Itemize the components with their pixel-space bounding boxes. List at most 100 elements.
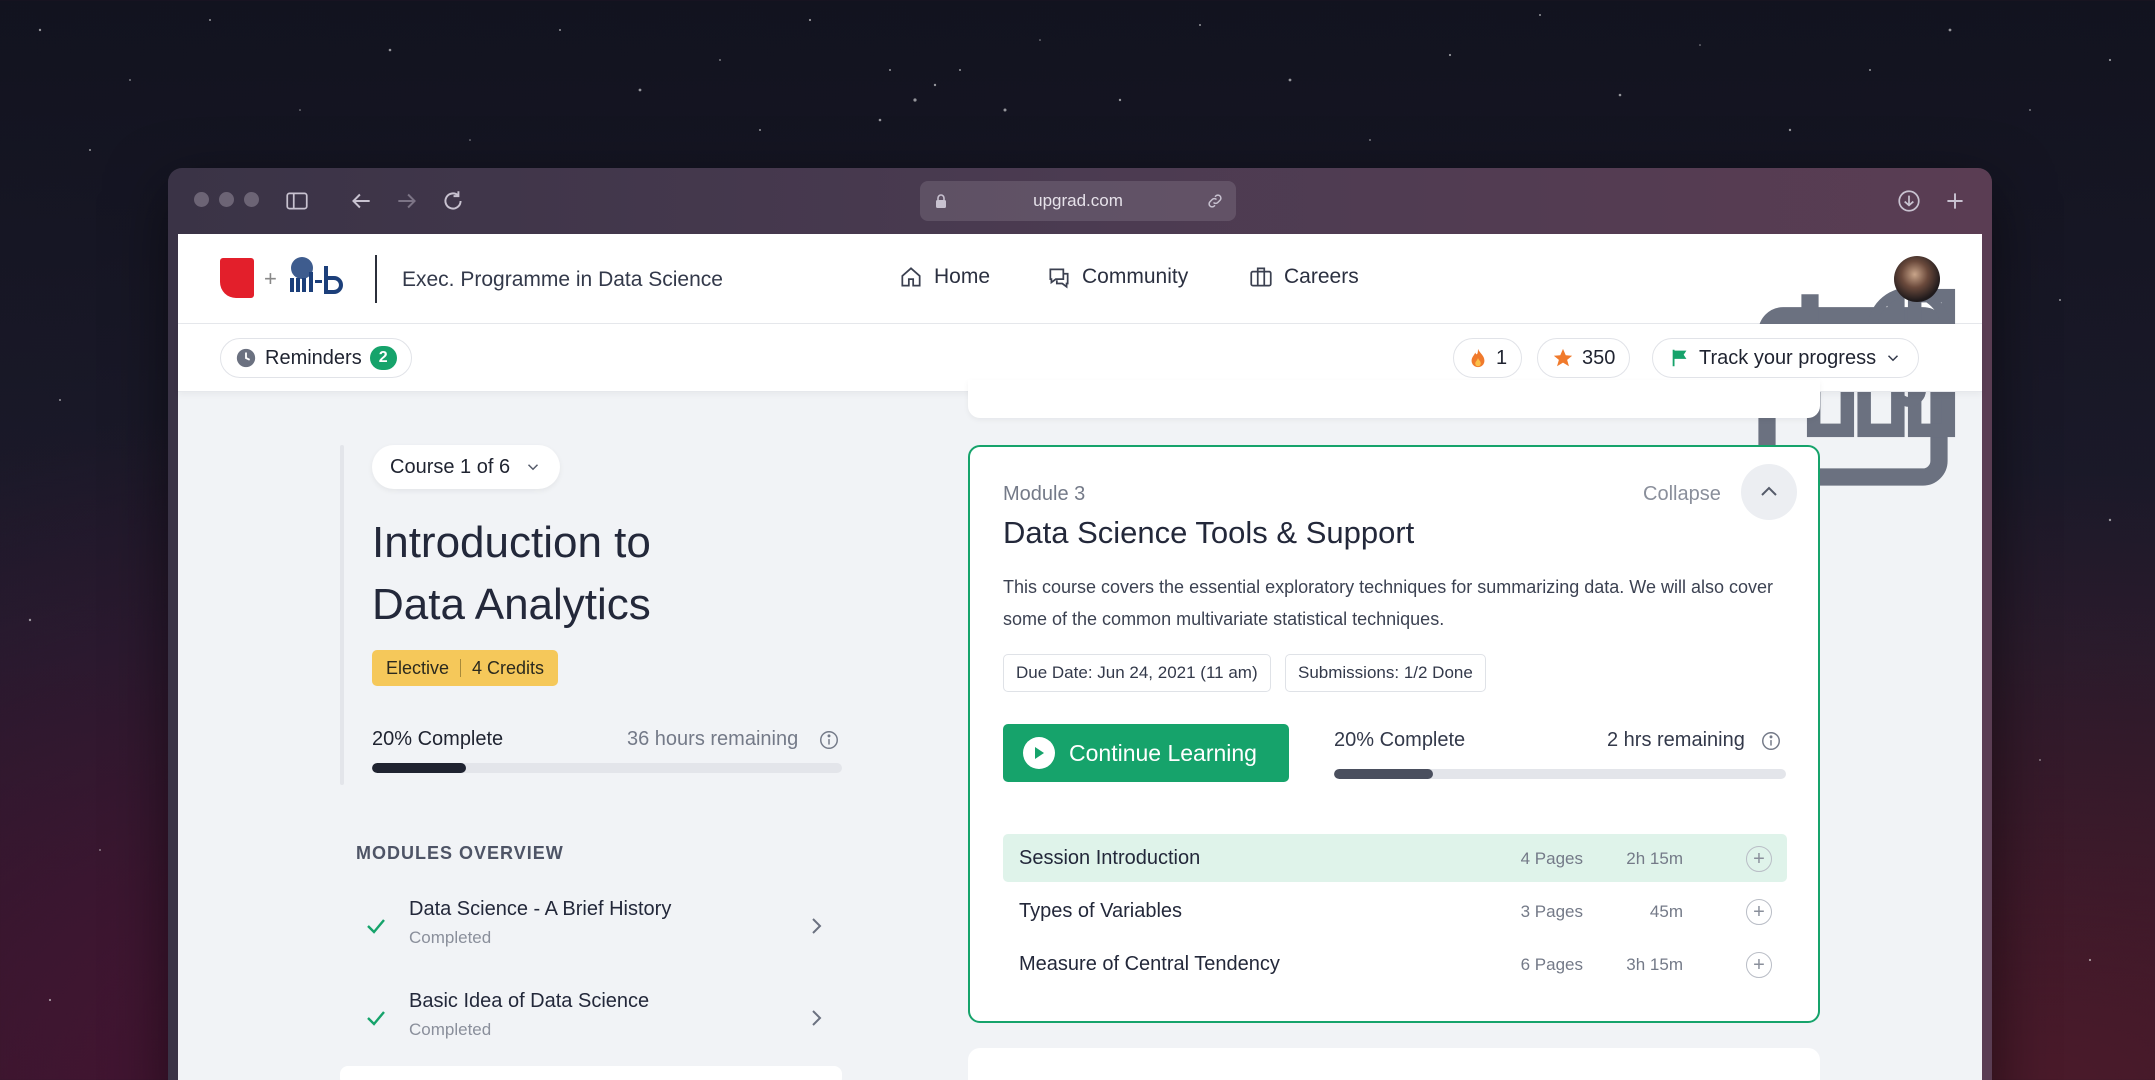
minimize-window-button[interactable] [219, 192, 234, 207]
course-title-line2: Data Analytics [372, 580, 651, 629]
course-title: Introduction to Data Analytics [372, 512, 772, 636]
streak-badge[interactable]: 1 [1453, 338, 1523, 378]
logo-divider [375, 255, 377, 303]
session-row[interactable]: Types of Variables 3 Pages 45m + [1003, 887, 1787, 935]
module-status: Completed [409, 1020, 492, 1039]
session-pages: 4 Pages [1520, 849, 1583, 868]
module-remaining-label: 2 hrs remaining [1607, 729, 1745, 751]
module-list-item[interactable]: Basic Idea of Data Science Completed [364, 990, 824, 1050]
chat-icon [1049, 268, 1069, 289]
course-progress-fill [372, 763, 466, 773]
window-controls [194, 192, 259, 207]
nav-community[interactable]: Community [1046, 264, 1188, 290]
module-description: This course covers the essential explora… [1003, 577, 1774, 629]
tag-divider [460, 659, 462, 677]
continue-learning-label: Continue Learning [1069, 739, 1257, 766]
fire-icon [1471, 348, 1485, 368]
upgrad-logo[interactable] [220, 258, 254, 298]
forward-icon[interactable] [394, 188, 420, 214]
track-progress-dropdown[interactable]: Track your progress [1652, 338, 1920, 378]
session-pages: 3 Pages [1520, 902, 1583, 921]
module-progress-fill [1334, 769, 1434, 779]
flag-icon [1672, 349, 1687, 367]
nav-careers[interactable]: Careers [1248, 264, 1359, 290]
continue-learning-button[interactable]: Continue Learning [1003, 724, 1289, 782]
back-icon[interactable] [348, 188, 374, 214]
download-icon[interactable] [1896, 188, 1922, 214]
next-module-card [968, 1048, 1820, 1080]
program-title: Exec. Programme in Data Science [402, 268, 723, 291]
session-name: Types of Variables [1019, 900, 1183, 922]
module-label: Module 3 [1003, 483, 1086, 505]
briefcase-icon [1250, 267, 1272, 287]
browser-toolbar: upgrad.com [168, 168, 1992, 234]
user-avatar[interactable] [1894, 256, 1940, 302]
sidebar-toggle-icon[interactable] [284, 188, 310, 214]
chevron-down-icon [1888, 355, 1899, 362]
session-name: Session Introduction [1019, 847, 1201, 869]
module-complete-label: 20% Complete [1334, 729, 1466, 751]
points-badge[interactable]: 350 [1537, 338, 1631, 378]
session-duration: 3h 15m [1626, 955, 1683, 974]
lock-icon [936, 194, 946, 208]
module-list-item[interactable]: Data Science - A Brief History Completed [364, 898, 824, 958]
nav-community-label: Community [1082, 265, 1189, 288]
collapse-label[interactable]: Collapse [1643, 483, 1721, 506]
info-icon[interactable] [1760, 730, 1782, 752]
logo-plus-sign: + [264, 266, 277, 291]
iiitb-logo [290, 257, 343, 294]
track-progress-label: Track your progress [1699, 346, 1877, 369]
home-icon [901, 267, 921, 287]
expand-session-button[interactable]: + [1746, 952, 1772, 978]
link-icon[interactable] [1206, 192, 1224, 210]
session-name: Measure of Central Tendency [1019, 953, 1280, 975]
star-icon [1553, 348, 1573, 367]
nav-careers-label: Careers [1284, 265, 1359, 288]
course-selector-label: Course 1 of 6 [390, 455, 511, 478]
check-icon [367, 1011, 385, 1026]
check-icon [367, 919, 385, 934]
chevron-down-icon [528, 464, 539, 471]
module-title: Data Science Tools & Support [1003, 515, 1415, 550]
address-bar[interactable]: upgrad.com [920, 181, 1236, 221]
session-row[interactable]: Measure of Central Tendency 6 Pages 3h 1… [1003, 940, 1787, 988]
module-progress-bar [1334, 769, 1786, 779]
play-icon [1023, 737, 1055, 769]
session-pages: 6 Pages [1520, 955, 1583, 974]
module-status: Completed [409, 928, 492, 947]
session-duration: 2h 15m [1626, 849, 1683, 868]
nav-home-label: Home [934, 265, 991, 288]
info-icon[interactable] [818, 729, 840, 751]
module-list-card-peek [340, 1066, 842, 1080]
course-remaining-label: 36 hours remaining [627, 728, 799, 750]
points-count: 350 [1582, 346, 1616, 369]
reminders-label: Reminders [265, 346, 362, 369]
course-type: Elective [386, 657, 450, 678]
collapse-button[interactable] [1741, 464, 1797, 520]
module-card: Module 3 Data Science Tools & Support Co… [968, 445, 1820, 1023]
reminders-count-badge: 2 [369, 346, 397, 370]
chevron-up-icon [1761, 486, 1777, 496]
expand-session-button[interactable]: + [1746, 846, 1772, 872]
course-progress-bar [372, 763, 842, 773]
submissions-tag: Submissions: 1/2 Done [1285, 654, 1486, 692]
module-title: Data Science - A Brief History [409, 898, 672, 920]
close-window-button[interactable] [194, 192, 209, 207]
course-section-line [340, 445, 344, 785]
course-selector[interactable]: Course 1 of 6 [372, 445, 561, 489]
url-text: upgrad.com [1033, 191, 1123, 210]
new-tab-icon[interactable] [1942, 188, 1968, 214]
maximize-window-button[interactable] [244, 192, 259, 207]
reload-icon[interactable] [440, 188, 466, 214]
course-tag: Elective 4 Credits [372, 650, 559, 686]
course-title-line1: Introduction to [372, 518, 651, 567]
reminders-button[interactable]: Reminders 2 [220, 338, 412, 378]
module-title: Basic Idea of Data Science [409, 990, 650, 1012]
session-row[interactable]: Session Introduction 4 Pages 2h 15m + [1003, 834, 1787, 882]
expand-session-button[interactable]: + [1746, 899, 1772, 925]
modules-overview-heading: MODULES OVERVIEW [356, 843, 564, 863]
course-complete-label: 20% Complete [372, 728, 504, 750]
clock-icon [236, 348, 256, 368]
nav-home[interactable]: Home [898, 264, 990, 290]
session-duration: 45m [1649, 902, 1683, 921]
